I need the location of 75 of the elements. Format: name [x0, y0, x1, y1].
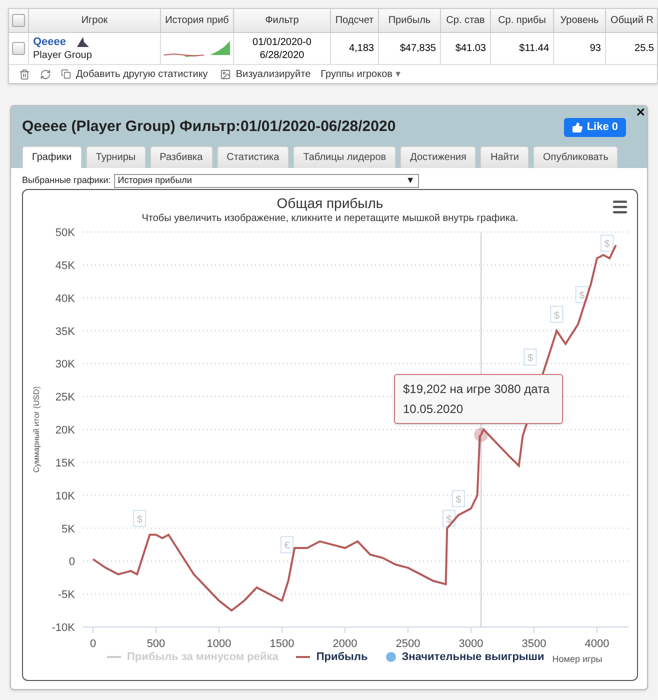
- y-tick-label: 45K: [55, 259, 75, 272]
- x-tick-label: 2000: [332, 638, 358, 650]
- column-header[interactable]: История приб: [165, 13, 229, 28]
- filter-cell-text: 01/01/2020-06/28/2020: [252, 36, 312, 62]
- column-header[interactable]: Ср. став: [446, 13, 485, 28]
- player-groups-dropdown[interactable]: Группы игроков: [320, 66, 392, 82]
- column-header[interactable]: Прибыль: [388, 13, 431, 28]
- y-axis-title: Суммарный итог (USD): [32, 386, 41, 472]
- player-link[interactable]: Qeeee: [33, 36, 66, 48]
- refresh-icon[interactable]: [40, 68, 51, 80]
- menu-icon[interactable]: [611, 198, 629, 216]
- column-header[interactable]: Ср. прибы: [498, 13, 546, 28]
- y-tick-label: 30K: [55, 358, 75, 370]
- x-tick-label: 4000: [584, 638, 610, 650]
- y-tick-label: 5K: [62, 522, 75, 535]
- hover-point: [474, 427, 488, 442]
- image-icon[interactable]: [220, 68, 231, 80]
- x-tick-label: 1000: [206, 638, 232, 650]
- chart-subtitle: Чтобы увеличить изображение, кликните и перетащите мышкой внутрь графика.: [142, 212, 518, 226]
- tab[interactable]: Опубликовать: [533, 146, 618, 168]
- x-tick-label: 1500: [270, 638, 294, 650]
- tab[interactable]: Разбивка: [150, 146, 213, 168]
- y-tick-label: 0: [68, 556, 75, 568]
- table-cell-text: 93: [590, 42, 601, 56]
- table-cell-text: 25.5: [634, 42, 654, 56]
- checkbox[interactable]: [12, 14, 25, 27]
- legend-item[interactable]: Прибыль: [316, 649, 368, 666]
- x-tick-label: 3500: [522, 638, 546, 650]
- checkbox[interactable]: [12, 42, 25, 55]
- tab[interactable]: Статистика: [216, 146, 290, 168]
- y-tick-label: 10K: [55, 490, 75, 502]
- tab[interactable]: Турниры: [86, 146, 146, 168]
- y-tick-label: -5K: [58, 588, 75, 601]
- y-tick-label: 40K: [55, 292, 75, 304]
- x-tick-label: 0: [90, 638, 96, 650]
- column-header[interactable]: Игрок: [81, 13, 108, 28]
- player-group: Player Group: [33, 48, 160, 62]
- tab[interactable]: Таблицы лидеров: [293, 146, 396, 168]
- column-header[interactable]: Общий R: [610, 13, 654, 28]
- x-axis-title: Номер игры: [552, 652, 602, 666]
- like-button[interactable]: Like 0: [564, 118, 626, 137]
- thumbs-up-icon: [572, 122, 583, 133]
- y-tick-label: 20K: [55, 424, 75, 436]
- column-header[interactable]: Подсчет: [335, 13, 374, 28]
- chart-select[interactable]: История прибыли ▼: [114, 174, 419, 188]
- add-icon[interactable]: [61, 69, 71, 79]
- chart-select-label: Выбранные графики:: [22, 174, 111, 187]
- y-tick-label: 35K: [55, 325, 75, 338]
- y-tick-label: 15K: [55, 456, 75, 469]
- y-tick-label: 25K: [55, 391, 75, 404]
- table-cell-text: $41.03: [455, 42, 486, 56]
- table-cell-text: $11.44: [519, 42, 549, 56]
- table-cell-text: 4,183: [348, 42, 374, 56]
- legend-line-icon: [296, 656, 310, 658]
- x-tick-label: 500: [146, 638, 166, 650]
- column-header[interactable]: Фильтр: [265, 13, 299, 28]
- panel-title: Qeeee (Player Group) Фильтр:01/01/2020-06/28/2020: [22, 117, 396, 137]
- tab[interactable]: Найти: [480, 146, 530, 168]
- delete-icon[interactable]: [19, 68, 30, 80]
- caret-icon[interactable]: ▾: [395, 66, 400, 82]
- tab[interactable]: Достижения: [400, 146, 476, 168]
- chart-tooltip: $19,202 на игре 3080 дата 10.05.2020: [394, 374, 563, 424]
- y-tick-label: 50K: [55, 226, 75, 238]
- close-button[interactable]: ×: [636, 106, 645, 124]
- add-stat-button[interactable]: Добавить другую статистику: [76, 66, 208, 82]
- column-header[interactable]: Уровень: [560, 13, 599, 28]
- legend-line-icon: [107, 656, 121, 658]
- table-cell-text: $47,835: [400, 42, 436, 56]
- y-tick-label: -10K: [52, 622, 75, 634]
- chart-title: Общая прибыль: [276, 194, 384, 212]
- legend-item[interactable]: Значительные выигрыши: [402, 649, 544, 666]
- x-tick-label: 2500: [396, 638, 420, 650]
- x-tick-label: 3000: [458, 638, 484, 650]
- visualize-button[interactable]: Визуализируйте: [236, 66, 311, 82]
- tab[interactable]: Графики: [22, 146, 82, 168]
